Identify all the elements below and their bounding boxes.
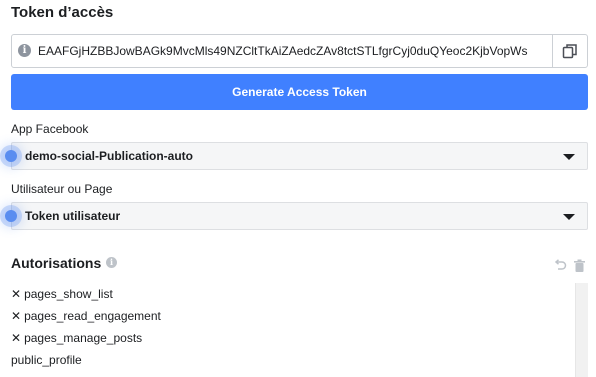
focus-indicator bbox=[5, 150, 17, 162]
permission-name: pages_show_list bbox=[24, 287, 113, 301]
permission-item: public_profile bbox=[11, 349, 571, 371]
chevron-down-icon bbox=[563, 154, 575, 160]
permission-item: ✕ pages_show_list bbox=[11, 283, 571, 305]
access-token-field[interactable]: i EAAFGjHZBBJowBAGk9MvcMls49NZCltTkAiZAe… bbox=[11, 34, 588, 68]
user-or-page-select[interactable]: Token utilisateur bbox=[5, 202, 588, 230]
permission-name: pages_manage_posts bbox=[24, 331, 143, 345]
access-token-title: Token d’accès bbox=[11, 4, 114, 21]
access-token-value[interactable]: EAAFGjHZBBJowBAGk9MvcMls49NZCltTkAiZAedc… bbox=[38, 44, 548, 58]
permission-item: ✕ pages_manage_posts bbox=[11, 327, 571, 349]
copy-icon bbox=[562, 44, 577, 59]
focus-indicator bbox=[5, 210, 17, 222]
permission-name: pages_read_engagement bbox=[24, 309, 161, 323]
copy-button[interactable] bbox=[552, 35, 587, 67]
remove-icon[interactable]: ✕ bbox=[11, 309, 21, 323]
info-icon: i bbox=[106, 257, 117, 268]
permissions-list: ✕ pages_show_list ✕ pages_read_engagemen… bbox=[11, 283, 571, 371]
remove-icon[interactable]: ✕ bbox=[11, 331, 21, 345]
permissions-scrollbar[interactable] bbox=[575, 283, 588, 377]
permissions-actions bbox=[553, 259, 586, 273]
permissions-title: Autorisations bbox=[11, 255, 102, 271]
app-select-value: demo-social-Publication-auto bbox=[25, 149, 194, 163]
chevron-down-icon bbox=[563, 214, 575, 220]
remove-icon[interactable]: ✕ bbox=[11, 287, 21, 301]
undo-icon[interactable] bbox=[553, 259, 567, 273]
user-select-label: Utilisateur ou Page bbox=[11, 182, 113, 196]
app-select[interactable]: demo-social-Publication-auto bbox=[5, 142, 588, 170]
permission-name: public_profile bbox=[11, 353, 82, 367]
trash-icon[interactable] bbox=[573, 259, 586, 273]
info-icon: i bbox=[18, 44, 31, 57]
user-select-value: Token utilisateur bbox=[25, 209, 121, 223]
generate-access-token-button[interactable]: Generate Access Token bbox=[11, 74, 588, 110]
app-select-label: App Facebook bbox=[11, 122, 89, 136]
permission-item: ✕ pages_read_engagement bbox=[11, 305, 571, 327]
